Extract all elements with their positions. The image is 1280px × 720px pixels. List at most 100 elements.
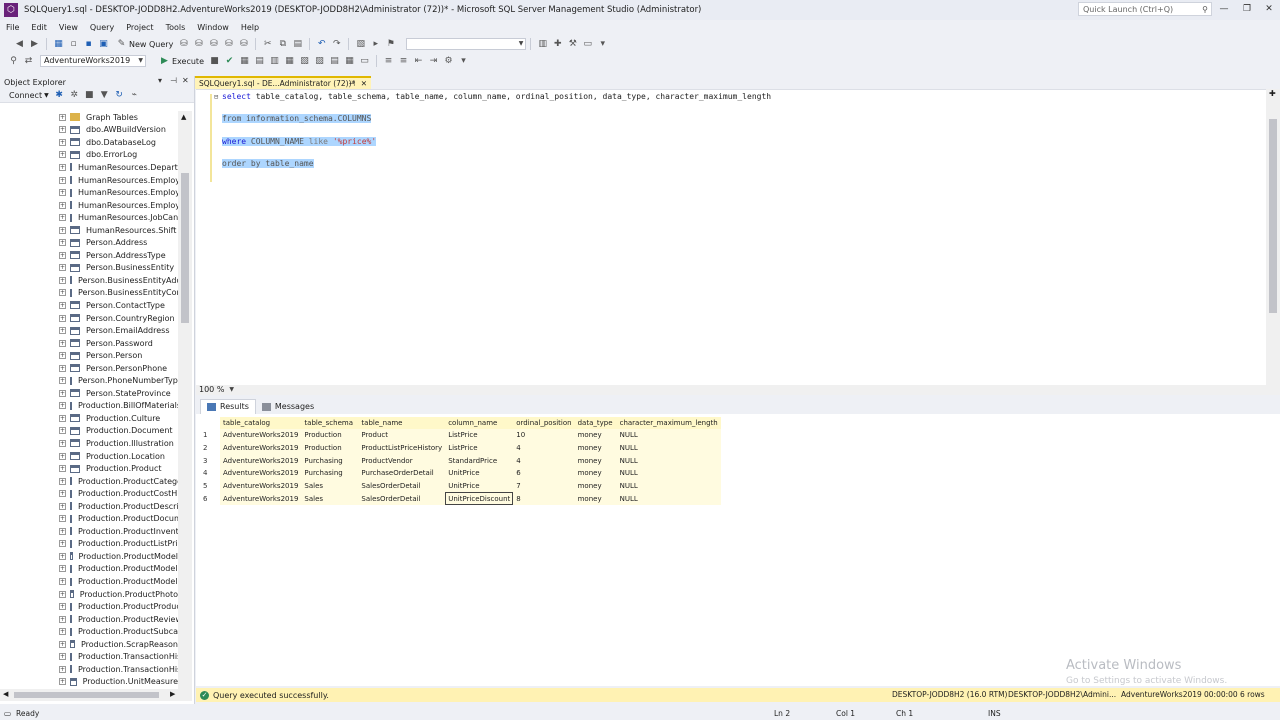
expand-icon[interactable]: + — [59, 163, 66, 171]
scroll-up-icon[interactable]: ▲ — [181, 113, 186, 121]
results-grid-icon[interactable]: ▦ — [344, 55, 356, 67]
connect-button[interactable]: Connect ▼ — [6, 91, 52, 100]
solution-config-combo[interactable]: ▼ — [406, 38, 527, 50]
zoom-combo[interactable]: 100 % ▼ — [196, 385, 236, 395]
redo-icon[interactable]: ↷ — [331, 38, 343, 50]
specify-values-icon[interactable]: ⚙ — [443, 55, 455, 67]
column-header[interactable]: table_name — [358, 417, 446, 429]
expand-icon[interactable]: + — [59, 540, 66, 548]
tree-item[interactable]: + HumanResources.Employe — [0, 186, 178, 199]
table-cell[interactable]: money — [574, 441, 617, 455]
new-query-button[interactable]: ✎ New Query — [111, 38, 176, 50]
table-cell[interactable]: SalesOrderDetail — [358, 492, 446, 506]
results-grid[interactable]: table_catalog table_schema table_name co… — [196, 414, 1280, 686]
client-stats-icon[interactable]: ▨ — [314, 55, 326, 67]
tree-item[interactable]: + dbo.AWBuildVersion — [0, 124, 178, 137]
column-header[interactable]: data_type — [574, 417, 617, 429]
table-cell[interactable]: NULL — [616, 454, 721, 468]
split-icon[interactable]: ✚ — [1269, 89, 1276, 98]
expand-icon[interactable]: + — [59, 126, 66, 134]
tab-results[interactable]: Results — [200, 399, 256, 414]
expand-icon[interactable]: + — [59, 565, 66, 573]
db-query-icon[interactable]: ⛁ — [178, 38, 190, 50]
results-file-icon[interactable]: ▭ — [359, 55, 371, 67]
tree-item[interactable]: + HumanResources.JobCand — [0, 211, 178, 224]
activity-icon[interactable]: ⌁ — [128, 89, 140, 101]
connect-icon[interactable]: ✱ — [53, 89, 65, 101]
paste-icon[interactable]: ▤ — [292, 38, 304, 50]
estimated-plan-icon[interactable]: ▦ — [239, 55, 251, 67]
expand-icon[interactable]: + — [59, 502, 66, 510]
tree-item[interactable]: + dbo.DatabaseLog — [0, 136, 178, 149]
expand-icon[interactable]: + — [59, 226, 66, 234]
expand-icon[interactable]: + — [59, 590, 66, 598]
expand-icon[interactable]: + — [59, 327, 66, 335]
expand-icon[interactable]: + — [59, 452, 66, 460]
close-button[interactable]: ✕ — [1259, 2, 1279, 16]
expand-icon[interactable]: + — [59, 239, 66, 247]
table-cell[interactable]: ListPrice — [445, 429, 514, 442]
expand-icon[interactable]: + — [59, 653, 66, 661]
tree-item[interactable]: + Person.Address — [0, 236, 178, 249]
expand-icon[interactable]: + — [59, 377, 66, 385]
expand-icon[interactable]: + — [59, 628, 66, 636]
table-cell[interactable]: UnitPrice — [445, 467, 514, 480]
tab-messages[interactable]: Messages — [256, 400, 320, 414]
scroll-right-icon[interactable]: ▶ — [170, 690, 175, 698]
xmla-query-icon[interactable]: ⛁ — [223, 38, 235, 50]
tree-item[interactable]: + Person.ContactType — [0, 299, 178, 312]
maximize-button[interactable]: ❐ — [1237, 2, 1257, 16]
tab-sqlquery1[interactable]: SQLQuery1.sql - DE...Administrator (72))… — [195, 76, 371, 89]
expand-icon[interactable]: + — [59, 527, 66, 535]
tree-item[interactable]: + Production.ProductDocum — [0, 513, 178, 526]
table-cell[interactable]: money — [574, 492, 617, 506]
expand-icon[interactable]: + — [59, 289, 66, 297]
expand-icon[interactable]: + — [59, 402, 66, 410]
expand-icon[interactable]: + — [59, 678, 66, 686]
tree-item[interactable]: + Production.Culture — [0, 412, 178, 425]
table-cell[interactable]: ProductListPriceHistory — [358, 441, 446, 455]
column-header[interactable]: column_name — [445, 417, 514, 429]
tree-item[interactable]: + dbo.ErrorLog — [0, 149, 178, 162]
parse-icon[interactable]: ✔ — [224, 55, 236, 67]
table-cell[interactable]: ListPrice — [445, 441, 514, 455]
database-combo[interactable]: AdventureWorks2019 ▼ — [40, 55, 146, 67]
comment-icon[interactable]: ≡ — [383, 55, 395, 67]
expand-icon[interactable]: + — [59, 389, 66, 397]
new-project-icon[interactable]: ▦ — [53, 38, 65, 50]
results-text-icon[interactable]: ▤ — [329, 55, 341, 67]
table-cell[interactable]: Product — [358, 429, 446, 442]
change-connection-icon[interactable]: ⇄ — [23, 55, 35, 67]
expand-icon[interactable]: + — [59, 603, 66, 611]
expand-icon[interactable]: + — [59, 214, 66, 222]
dax-query-icon[interactable]: ⛁ — [238, 38, 250, 50]
tree-item[interactable]: + Person.BusinessEntity — [0, 262, 178, 275]
scroll-thumb[interactable] — [181, 173, 189, 323]
expand-icon[interactable]: + — [59, 276, 66, 284]
tree-item[interactable]: + HumanResources.Employe — [0, 174, 178, 187]
menu-file[interactable]: File — [0, 23, 25, 32]
column-header[interactable]: ordinal_position — [513, 417, 575, 429]
table-cell[interactable]: NULL — [616, 429, 721, 442]
table-cell[interactable]: Purchasing — [301, 467, 359, 480]
connect-icon[interactable]: ⚲ — [8, 55, 20, 67]
close-tab-icon[interactable]: ✕ — [361, 78, 367, 89]
panel-close-icon[interactable]: ✕ — [182, 76, 189, 85]
table-cell[interactable]: money — [574, 467, 617, 480]
save-all-icon[interactable]: ▣ — [98, 38, 110, 50]
tree-item[interactable]: + Production.ProductListPric — [0, 538, 178, 551]
tree-item[interactable]: + Production.Illustration — [0, 437, 178, 450]
table-cell[interactable]: NULL — [616, 492, 721, 506]
table-cell[interactable]: money — [574, 429, 617, 442]
table-cell[interactable]: AdventureWorks2019 — [220, 479, 302, 493]
customize-icon[interactable]: ▾ — [458, 55, 470, 67]
tree-item[interactable]: + Production.ProductDescrip — [0, 500, 178, 513]
tree-item[interactable]: + Production.Document — [0, 425, 178, 438]
row-number[interactable]: 4 — [200, 467, 220, 480]
pin-icon[interactable]: ⊣ — [170, 76, 177, 85]
expand-icon[interactable]: + — [59, 552, 66, 560]
expand-icon[interactable]: + — [59, 352, 66, 360]
save-icon[interactable]: ▪ — [83, 38, 95, 50]
intellisense-icon[interactable]: ▥ — [269, 55, 281, 67]
quick-launch-input[interactable]: Quick Launch (Ctrl+Q) ⚲ — [1078, 2, 1212, 16]
